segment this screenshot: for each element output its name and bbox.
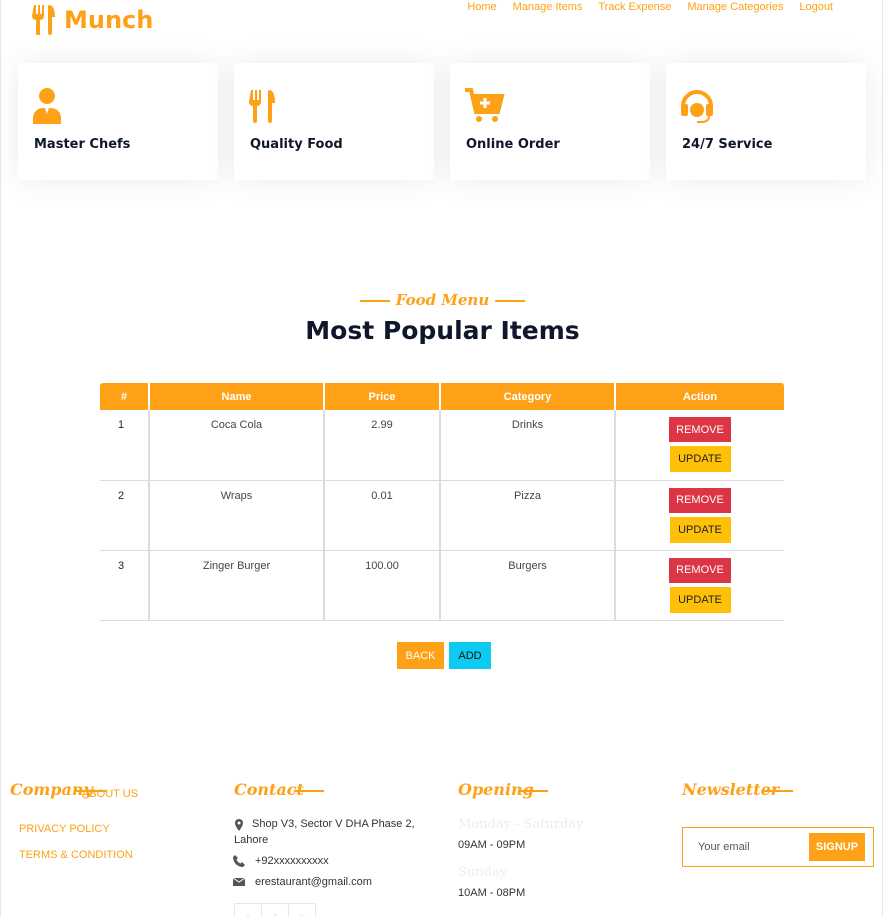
cell-category: Pizza bbox=[439, 480, 615, 551]
cell-name: Wraps bbox=[148, 480, 324, 551]
newsletter-email-input[interactable] bbox=[691, 834, 809, 860]
cell-action: REMOVE UPDATE bbox=[614, 410, 784, 481]
nav-menu: Home Manage Items Track Expense Manage C… bbox=[467, 0, 833, 14]
remove-button[interactable]: REMOVE bbox=[669, 487, 731, 513]
column-header-category: Category bbox=[439, 383, 615, 410]
back-button[interactable]: BACK bbox=[397, 642, 444, 669]
cell-action: REMOVE UPDATE bbox=[614, 480, 784, 551]
table-row: 3 Zinger Burger 100.00 Burgers REMOVE UP… bbox=[100, 550, 784, 621]
nav-logout[interactable]: Logout bbox=[799, 0, 833, 14]
signup-button[interactable]: SIGNUP bbox=[809, 833, 865, 861]
subtitle-divider bbox=[495, 300, 526, 302]
items-table: # Name Price Category Action 1 Coca Cola… bbox=[100, 383, 784, 621]
update-button[interactable]: UPDATE bbox=[669, 516, 731, 543]
remove-button[interactable]: REMOVE bbox=[669, 557, 731, 583]
footer-heading-divider bbox=[294, 790, 324, 792]
update-button[interactable]: UPDATE bbox=[669, 586, 731, 613]
page-border-left bbox=[0, 0, 1, 916]
brand-name: Munch bbox=[64, 6, 154, 34]
opening-hours-sunday: 10AM - 08PM bbox=[458, 887, 526, 899]
service-card-online-order: Online Order bbox=[450, 63, 650, 180]
nav-manage-categories[interactable]: Manage Categories bbox=[687, 0, 783, 14]
cell-number: 1 bbox=[100, 410, 149, 481]
service-label: Master Chefs bbox=[34, 137, 131, 152]
section-subtitle: Food Menu bbox=[0, 291, 885, 309]
remove-button[interactable]: REMOVE bbox=[669, 417, 731, 442]
linkedin-icon[interactable]: in bbox=[288, 903, 316, 916]
cell-price: 100.00 bbox=[323, 550, 440, 621]
footer-link-terms[interactable]: TERMS & CONDITION bbox=[19, 849, 133, 861]
nav-manage-items[interactable]: Manage Items bbox=[513, 0, 583, 14]
footer-link-privacy-policy[interactable]: PRIVACY POLICY bbox=[19, 823, 110, 835]
newsletter-form: SIGNUP bbox=[682, 827, 874, 867]
opening-days-weekday: Monday - Saturday bbox=[458, 817, 584, 832]
navbar: Munch Home Manage Items Track Expense Ma… bbox=[0, 0, 885, 46]
table-row: 2 Wraps 0.01 Pizza REMOVE UPDATE bbox=[100, 480, 784, 551]
cell-number: 2 bbox=[100, 480, 149, 551]
nav-home[interactable]: Home bbox=[467, 0, 496, 14]
headset-icon bbox=[681, 90, 713, 123]
cell-category: Burgers bbox=[439, 550, 615, 621]
column-header-name: Name bbox=[148, 383, 324, 410]
service-label: Online Order bbox=[466, 137, 560, 152]
opening-hours-weekday: 09AM - 09PM bbox=[458, 839, 526, 851]
cell-action: REMOVE UPDATE bbox=[614, 550, 784, 621]
facebook-icon[interactable]: f bbox=[261, 903, 289, 916]
update-button[interactable]: UPDATE bbox=[669, 446, 731, 472]
service-card-quality-food: Quality Food bbox=[234, 63, 434, 180]
add-button[interactable]: ADD bbox=[449, 642, 491, 669]
footer-link-about-us[interactable]: ABOUT US bbox=[82, 788, 138, 800]
footer-heading-divider bbox=[518, 790, 548, 792]
service-label: 24/7 Service bbox=[682, 137, 773, 152]
page-border-right bbox=[882, 0, 883, 916]
envelope-icon bbox=[233, 877, 245, 886]
nav-track-expense[interactable]: Track Expense bbox=[598, 0, 671, 14]
cell-name: Coca Cola bbox=[148, 410, 324, 481]
cell-name: Zinger Burger bbox=[148, 550, 324, 621]
service-card-master-chefs: Master Chefs bbox=[18, 63, 218, 180]
opening-days-sunday: Sunday bbox=[458, 865, 508, 880]
utensils-icon bbox=[32, 5, 55, 35]
phone-icon bbox=[233, 855, 245, 867]
service-label: Quality Food bbox=[250, 137, 343, 152]
column-header-number: # bbox=[100, 383, 149, 410]
cell-number: 3 bbox=[100, 550, 149, 621]
subtitle-divider bbox=[359, 300, 390, 302]
twitter-icon[interactable]: t bbox=[234, 903, 262, 916]
brand-logo[interactable]: Munch bbox=[32, 5, 153, 35]
chef-user-icon bbox=[33, 88, 61, 124]
table-header-row: # Name Price Category Action bbox=[100, 383, 784, 410]
column-header-action: Action bbox=[614, 383, 784, 410]
cart-plus-icon bbox=[465, 88, 505, 122]
cell-price: 2.99 bbox=[323, 410, 440, 481]
footer-heading-divider bbox=[763, 790, 793, 792]
section-title: Most Popular Items bbox=[305, 316, 580, 345]
table-row: 1 Coca Cola 2.99 Drinks REMOVE UPDATE bbox=[100, 410, 784, 481]
section-subtitle-text: Food Menu bbox=[395, 291, 490, 309]
cell-category: Drinks bbox=[439, 410, 615, 481]
cell-price: 0.01 bbox=[323, 480, 440, 551]
utensils-icon bbox=[249, 90, 275, 123]
footer-email: erestaurant@gmail.com bbox=[255, 876, 372, 888]
service-card-24-7-service: 24/7 Service bbox=[666, 63, 866, 180]
column-header-price: Price bbox=[323, 383, 440, 410]
footer-address: Shop V3, Sector V DHA Phase 2, Lahore bbox=[234, 818, 415, 846]
footer-phone: +92xxxxxxxxxx bbox=[255, 855, 329, 867]
